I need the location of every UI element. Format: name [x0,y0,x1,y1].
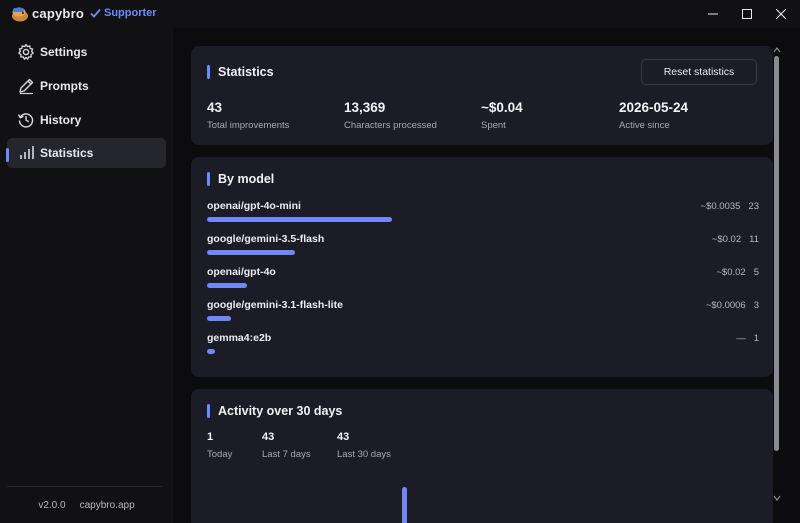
stat-caption: Total improvements [207,120,290,131]
model-count: 3 [753,300,759,311]
by-model-heading: By model [207,172,274,186]
activity-stat-7-days: 43 Last 7 days [262,431,311,460]
stat-caption: Last 7 days [262,449,311,460]
heading-accent [207,404,210,418]
capybara-logo-icon [12,7,28,22]
model-cost: — [736,333,746,344]
stat-value: ~$0.04 [481,100,523,115]
scroll-down-icon[interactable] [773,494,781,502]
activity-stat-today: 1 Today [207,431,232,460]
model-row: gemma4:e2b —1 [207,332,759,362]
sidebar-item-prompts[interactable]: Prompts [7,71,166,101]
supporter-label: Supporter [104,7,157,19]
history-icon [17,113,34,128]
stat-caption: Spent [481,120,506,131]
website-link[interactable]: capybro.app [80,500,135,511]
stat-total-improvements: 43 Total improvements [207,100,289,131]
sidebar-item-label: Statistics [40,146,94,160]
statistics-heading: Statistics [207,65,274,79]
supporter-badge: Supporter [90,7,157,19]
sidebar-item-statistics[interactable]: Statistics [7,138,166,168]
model-row: google/gemini-3.5-flash ~$0.02 11 [207,233,759,263]
version-label: v2.0.0 [38,500,66,511]
statistics-title: Statistics [218,65,274,79]
model-count: 5 [753,267,759,278]
activity-stat-30-days: 43 Last 30 days [337,431,391,460]
model-cost: ~$0.0035 [700,201,741,212]
stat-value: 43 [262,431,275,443]
model-usage-bar [207,217,392,222]
title-bar: capybro Supporter [0,0,800,28]
model-usage-bar [207,250,296,255]
sidebar-item-label: Prompts [40,79,89,93]
stat-caption: Active since [619,120,670,131]
minimize-button[interactable] [696,0,730,28]
pen-icon [19,78,34,95]
model-cost: ~$0.0006 [705,300,746,311]
stat-caption: Today [207,449,233,460]
model-meta: ~$0.02 11 [712,234,759,245]
by-model-card: By model openai/gpt-4o-mini ~$0.0035 23 goo… [191,157,773,377]
sidebar-item-label: Settings [40,45,88,59]
model-usage-bar [207,283,248,288]
stat-value: 2026-05-24 [619,100,689,115]
maximize-button[interactable] [730,0,764,28]
model-name: google/gemini-3.5-flash [207,233,325,245]
scrollbar-thumb[interactable] [774,56,779,451]
heading-accent [207,172,210,186]
model-cost: ~$0.02 [716,267,746,278]
model-row: openai/gpt-4o-mini ~$0.0035 23 [207,200,759,230]
minimize-icon [708,13,718,15]
model-name: openai/gpt-4o-mini [207,200,301,212]
stat-active-since: 2026-05-24 Active since [619,100,688,131]
stat-caption: Characters processed [344,120,437,131]
model-row: openai/gpt-4o ~$0.02 5 [207,266,759,296]
by-model-title: By model [218,172,275,186]
model-meta: ~$0.0035 23 [701,201,759,212]
model-meta: ~$0.02 5 [716,267,759,278]
gear-icon [18,43,34,60]
activity-bar [402,487,407,523]
sidebar-item-history[interactable]: History [7,105,166,135]
stat-value: 1 [207,431,214,443]
activity-card: Activity over 30 days 1 Today 43 Last 7 … [191,389,773,523]
maximize-icon [742,9,752,19]
checkmark-icon [90,8,101,18]
model-usage-bar [207,349,216,354]
reset-statistics-button[interactable]: Reset statistics [641,59,757,85]
model-meta: —1 [736,333,759,344]
sidebar-footer: v2.0.0 capybro.app [0,500,173,511]
model-count: 23 [748,201,759,212]
model-meta: ~$0.0006 3 [706,300,759,311]
sidebar-item-settings[interactable]: Settings [7,37,166,67]
stat-value: 13,369 [344,100,386,115]
model-name: google/gemini-3.1-flash-lite [207,299,343,311]
sidebar-divider [7,486,162,487]
model-usage-bar [207,316,232,321]
activity-title: Activity over 30 days [218,404,343,418]
stat-spent: ~$0.04 Spent [481,100,523,131]
model-count: 1 [753,333,759,344]
sidebar: Settings Prompts History Statistics v2.0… [0,28,173,523]
sidebar-item-label: History [40,113,82,127]
stat-caption: Last 30 days [337,449,391,460]
model-name: openai/gpt-4o [207,266,276,278]
app-name: capybro [32,6,84,21]
stat-value: 43 [207,100,223,115]
close-button[interactable] [764,0,798,28]
heading-accent [207,65,210,79]
chart-icon [20,146,34,159]
main-content: Statistics Reset statistics 43 Total imp… [173,28,800,523]
close-icon [776,9,786,19]
model-count: 11 [749,234,759,245]
stat-characters-processed: 13,369 Characters processed [344,100,437,131]
scroll-up-icon[interactable] [773,46,781,54]
active-indicator [6,148,9,162]
model-row: google/gemini-3.1-flash-lite ~$0.0006 3 [207,299,759,329]
stat-value: 43 [337,431,350,443]
model-cost: ~$0.02 [711,234,742,245]
activity-heading: Activity over 30 days [207,404,342,418]
model-name: gemma4:e2b [207,332,272,344]
statistics-card: Statistics Reset statistics 43 Total imp… [191,46,773,145]
